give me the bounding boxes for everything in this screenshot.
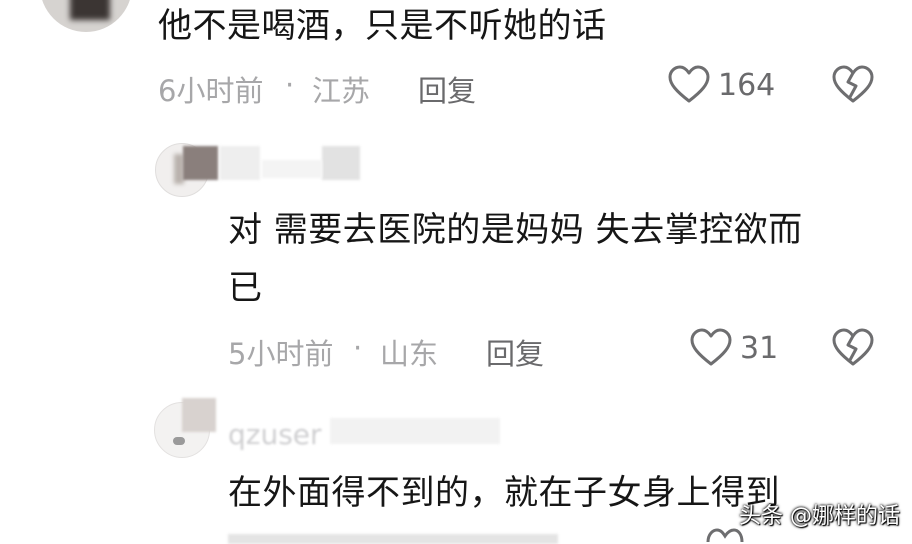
like-count: 31 [740,331,779,366]
comment-location: 江苏 [312,74,371,108]
reply-button[interactable]: 回复 [486,331,544,373]
comment-text: 已 [228,268,263,308]
comment-time: 5小时前 [228,337,334,371]
username-blurred [182,398,216,432]
comment-time: 6小时前 [158,74,264,108]
broken-heart-icon[interactable] [832,65,874,105]
meta-separator: · [285,68,295,102]
comment-location: 山东 [380,337,439,371]
broken-heart-icon[interactable] [832,328,874,368]
username-blurred [330,418,500,444]
avatar[interactable] [40,0,132,32]
username: qzuser [228,418,322,451]
comment-text: 在外面得不到的，就在子女身上得到 [228,473,780,513]
reply-button[interactable]: 回复 [418,68,476,110]
meta-separator: · [353,331,363,365]
heart-icon[interactable] [704,528,746,542]
comment-text: 对 需要去医院的是妈妈 失去掌控欲而 [228,210,803,250]
username-blurred [322,146,360,180]
like-count: 164 [718,68,776,103]
username-blurred [220,146,260,180]
username-blurred [262,160,322,178]
heart-icon[interactable] [690,328,732,368]
comment-text: 他不是喝酒，只是不听她的话 [158,6,607,46]
watermark: 头条 @娜样的话 [739,504,900,529]
meta-cutoff [228,534,558,544]
username-blurred [183,146,218,180]
heart-icon[interactable] [668,65,710,105]
